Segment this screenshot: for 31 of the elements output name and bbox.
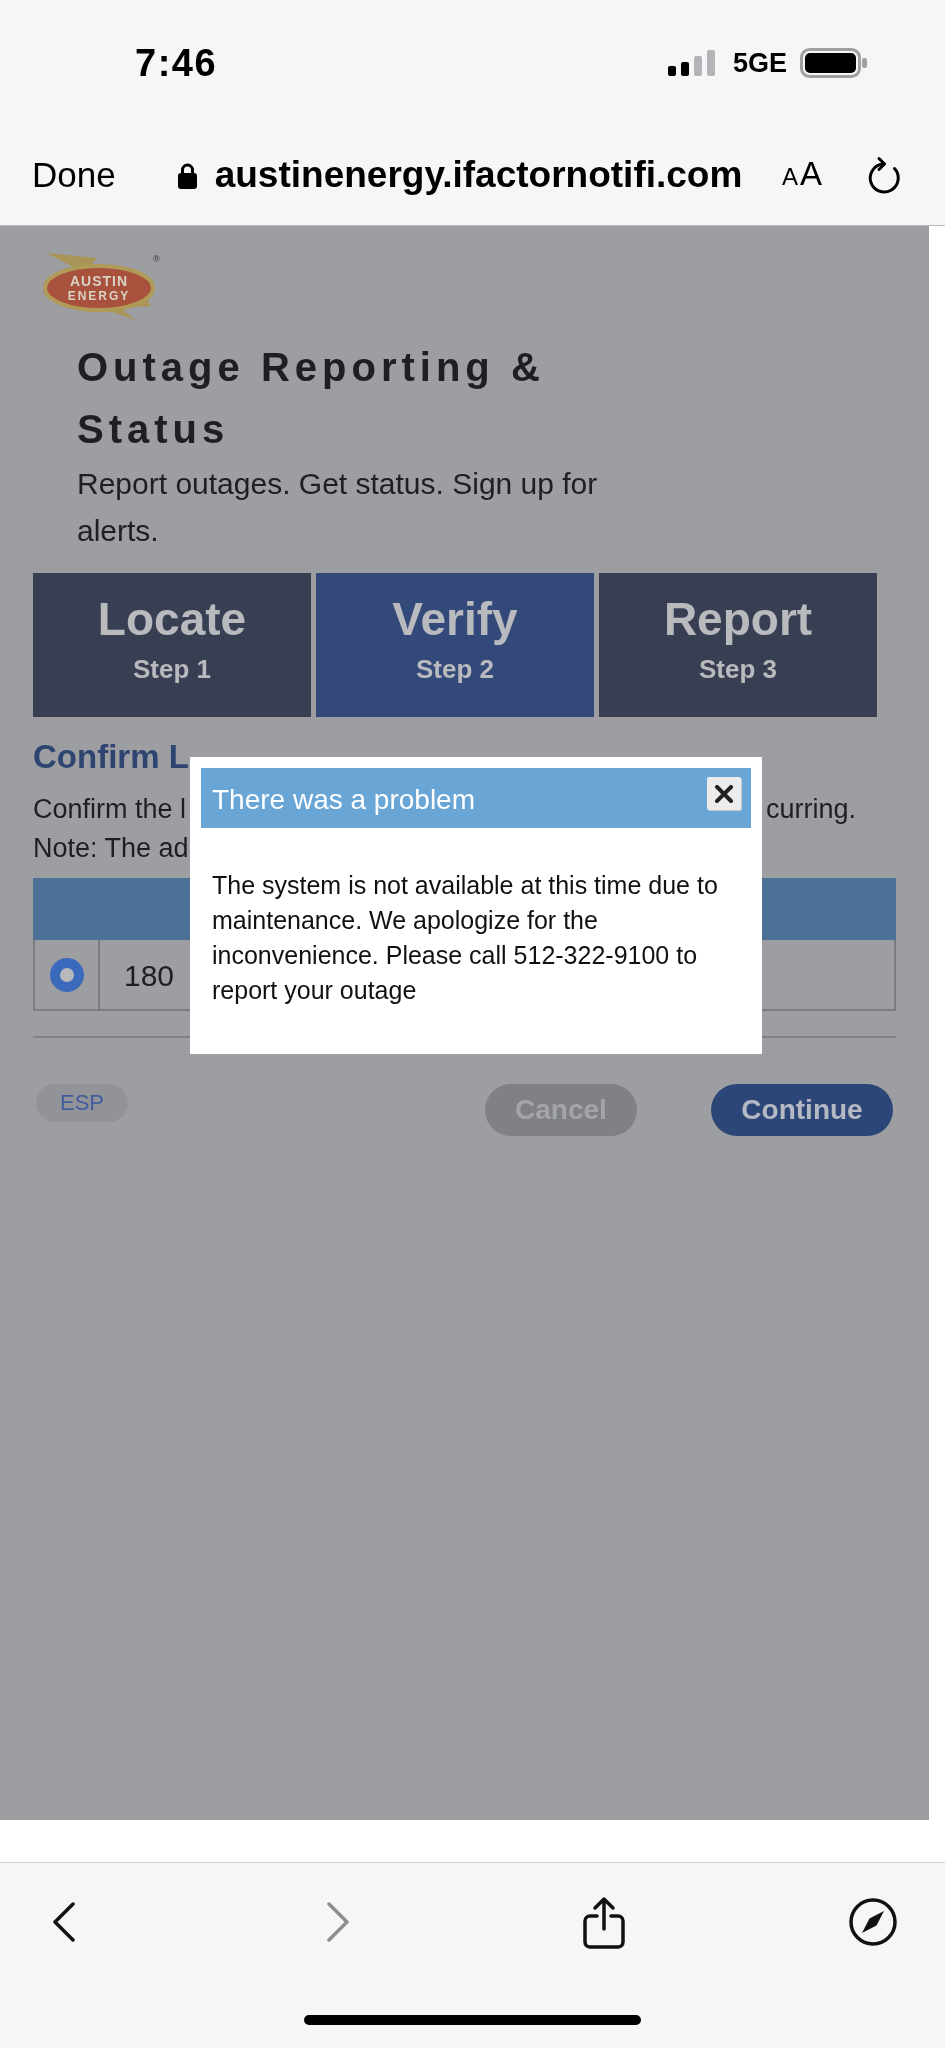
signal-icon [667,49,715,76]
logo-text: AUSTIN [69,273,129,289]
back-icon[interactable] [52,1902,76,1942]
page-subtitle: Report outages. Get status. Sign up for alerts. [77,466,599,549]
reload-icon[interactable] [866,156,902,194]
continue-button[interactable]: Continue [711,1084,893,1136]
instruction-text: curring. [765,793,856,826]
done-button[interactable]: Done [32,155,116,195]
close-icon [715,784,733,803]
lock-icon [177,161,197,189]
dialog-title: There was a problem [212,783,475,817]
text-size-button[interactable]: AA [781,154,824,196]
battery-icon [800,47,868,78]
instruction-text: Note: The ad [33,832,189,865]
registered-mark: ® [153,254,160,264]
network-type: 5GE [732,46,787,79]
compass-icon[interactable] [849,1898,897,1946]
close-button[interactable] [707,777,741,810]
instruction-text: Confirm the l [33,793,187,826]
clock-time: 7:46 [135,41,218,84]
table-cell: 180 [124,958,175,994]
radio-button[interactable] [49,957,84,992]
logo-text: ENERGY [67,289,131,303]
step-tab[interactable]: Report Step 3 [599,573,877,717]
dialog-message: The system is not available at this time due to maintenance. We apologize for the inconvenience. Please call 512-322-9100 to report your outage [212,870,719,1006]
step-tab[interactable]: Locate Step 1 [33,573,311,717]
page-title: Outage Reporting & Status [77,344,546,453]
step-tab[interactable]: Verify Step 2 [316,573,594,717]
share-icon[interactable] [583,1895,625,1949]
section-heading: Confirm L [33,737,189,777]
url-text[interactable]: austinenergy.ifactornotifi.com [214,154,743,196]
